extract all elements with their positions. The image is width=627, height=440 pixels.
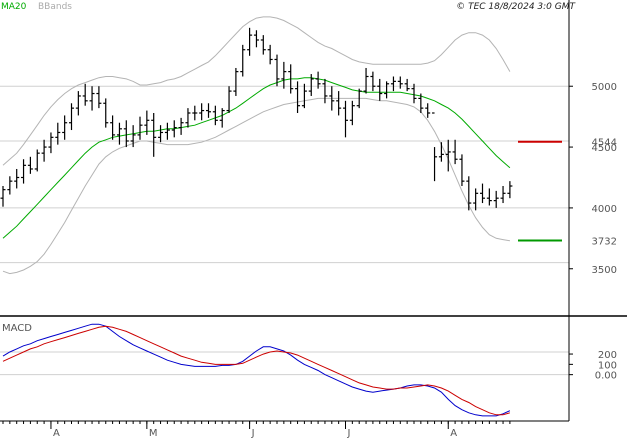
ohlc-bar bbox=[89, 86, 95, 111]
ohlc-bar bbox=[219, 108, 225, 128]
ohlc-bar bbox=[206, 103, 211, 118]
ohlc-bar bbox=[466, 176, 472, 211]
ohlc-bar bbox=[363, 67, 369, 94]
bb-lower-line bbox=[2, 97, 510, 275]
x-month-label: M bbox=[149, 428, 158, 439]
ohlc-bar bbox=[82, 83, 88, 106]
ohlc-bar bbox=[62, 115, 68, 140]
macd-signal-line bbox=[2, 325, 511, 416]
ohlc-bar bbox=[260, 35, 266, 55]
ohlc-bar bbox=[459, 154, 465, 187]
x-month-label: A bbox=[53, 428, 60, 439]
ohlc-bar bbox=[493, 190, 499, 208]
ohlc-bar bbox=[247, 27, 253, 56]
ohlc-bar bbox=[69, 103, 74, 131]
ohlc-bar bbox=[397, 76, 403, 89]
ohlc-bar bbox=[27, 156, 33, 174]
macd-y-tick-label: 0.00 bbox=[595, 371, 617, 382]
ohlc-bar bbox=[233, 67, 239, 96]
ohlc-bar bbox=[473, 188, 479, 211]
ohlc-bar bbox=[103, 98, 109, 128]
ohlc-bar bbox=[48, 132, 54, 154]
x-month-label: J bbox=[347, 428, 351, 439]
x-month-label: J bbox=[251, 428, 255, 439]
ohlc-bar bbox=[158, 125, 164, 143]
ohlc-bar bbox=[212, 105, 218, 126]
header-legend: MA20 BBands bbox=[1, 2, 72, 12]
ohlc-bar bbox=[377, 78, 383, 101]
ohlc-bar bbox=[164, 122, 170, 140]
ohlc-bar bbox=[267, 44, 273, 65]
ohlc-bar bbox=[34, 149, 40, 172]
price-y-tick-label: 4000 bbox=[592, 204, 617, 215]
macd-line bbox=[2, 323, 511, 417]
ohlc-bar bbox=[123, 120, 129, 148]
ohlc-bar bbox=[226, 86, 232, 113]
ohlc-bar bbox=[370, 71, 376, 92]
ohlc-bar bbox=[384, 81, 390, 99]
ohlc-bar bbox=[96, 86, 102, 109]
price-y-tick-label: 4500 bbox=[592, 143, 617, 154]
timestamp: © TEC 18/8/2024 3:0 GMT bbox=[456, 2, 576, 12]
ohlc-bar bbox=[486, 188, 492, 206]
ohlc-bar bbox=[7, 176, 13, 195]
ohlc-bar bbox=[0, 186, 6, 207]
ohlc-bar bbox=[41, 139, 47, 162]
support-level-label: 3732 bbox=[592, 237, 617, 248]
ohlc-bar bbox=[253, 30, 259, 48]
ohlc-bar bbox=[75, 91, 81, 116]
x-month-label: A bbox=[450, 428, 457, 439]
ohlc-bar bbox=[390, 76, 396, 92]
ohlc-bar bbox=[110, 115, 116, 140]
macd-title: MACD bbox=[2, 323, 32, 334]
ohlc-bar bbox=[336, 91, 342, 116]
ohlc-bar bbox=[199, 103, 205, 121]
ohlc-bar bbox=[185, 108, 191, 128]
ohlc-bar bbox=[137, 116, 143, 140]
price-levels: 45443732 bbox=[518, 138, 617, 248]
ohlc-bar bbox=[432, 112, 438, 182]
ohlc-bar bbox=[151, 113, 157, 157]
ohlc-bar bbox=[343, 100, 348, 138]
ohlc-bar bbox=[192, 105, 198, 121]
ohlc-bar bbox=[281, 61, 287, 89]
ohlc-bar bbox=[349, 100, 355, 126]
ohlc-bar bbox=[404, 78, 410, 92]
ohlc-bar bbox=[507, 181, 513, 199]
ohlc-bar bbox=[480, 183, 485, 204]
price-y-tick-label: 3500 bbox=[592, 265, 617, 276]
ohlc-bar bbox=[240, 44, 246, 77]
ohlc-bar bbox=[21, 159, 27, 184]
ohlc-bar bbox=[425, 103, 431, 118]
legend-bbands: BBands bbox=[38, 2, 72, 12]
ohlc-bar bbox=[500, 186, 506, 204]
price-y-tick-label: 5000 bbox=[592, 82, 617, 93]
axes: 50004500400035002001000.00A M J J A bbox=[0, 0, 627, 439]
ohlc-bars bbox=[0, 27, 513, 211]
ohlc-bar bbox=[452, 139, 458, 165]
stock-chart: 45443732 MACD 50004500400035002001000.00… bbox=[0, 0, 627, 439]
ohlc-bar bbox=[322, 78, 328, 104]
ma20-line bbox=[2, 77, 511, 239]
legend-ma20: MA20 bbox=[1, 2, 27, 12]
ohlc-bar bbox=[301, 83, 307, 109]
ohlc-bar bbox=[438, 142, 444, 162]
macd-panel: MACD bbox=[2, 323, 511, 417]
ohlc-bar bbox=[14, 168, 20, 189]
bollinger-bands bbox=[2, 16, 511, 275]
ma20-line-group bbox=[2, 77, 511, 239]
ohlc-bar bbox=[178, 117, 184, 135]
